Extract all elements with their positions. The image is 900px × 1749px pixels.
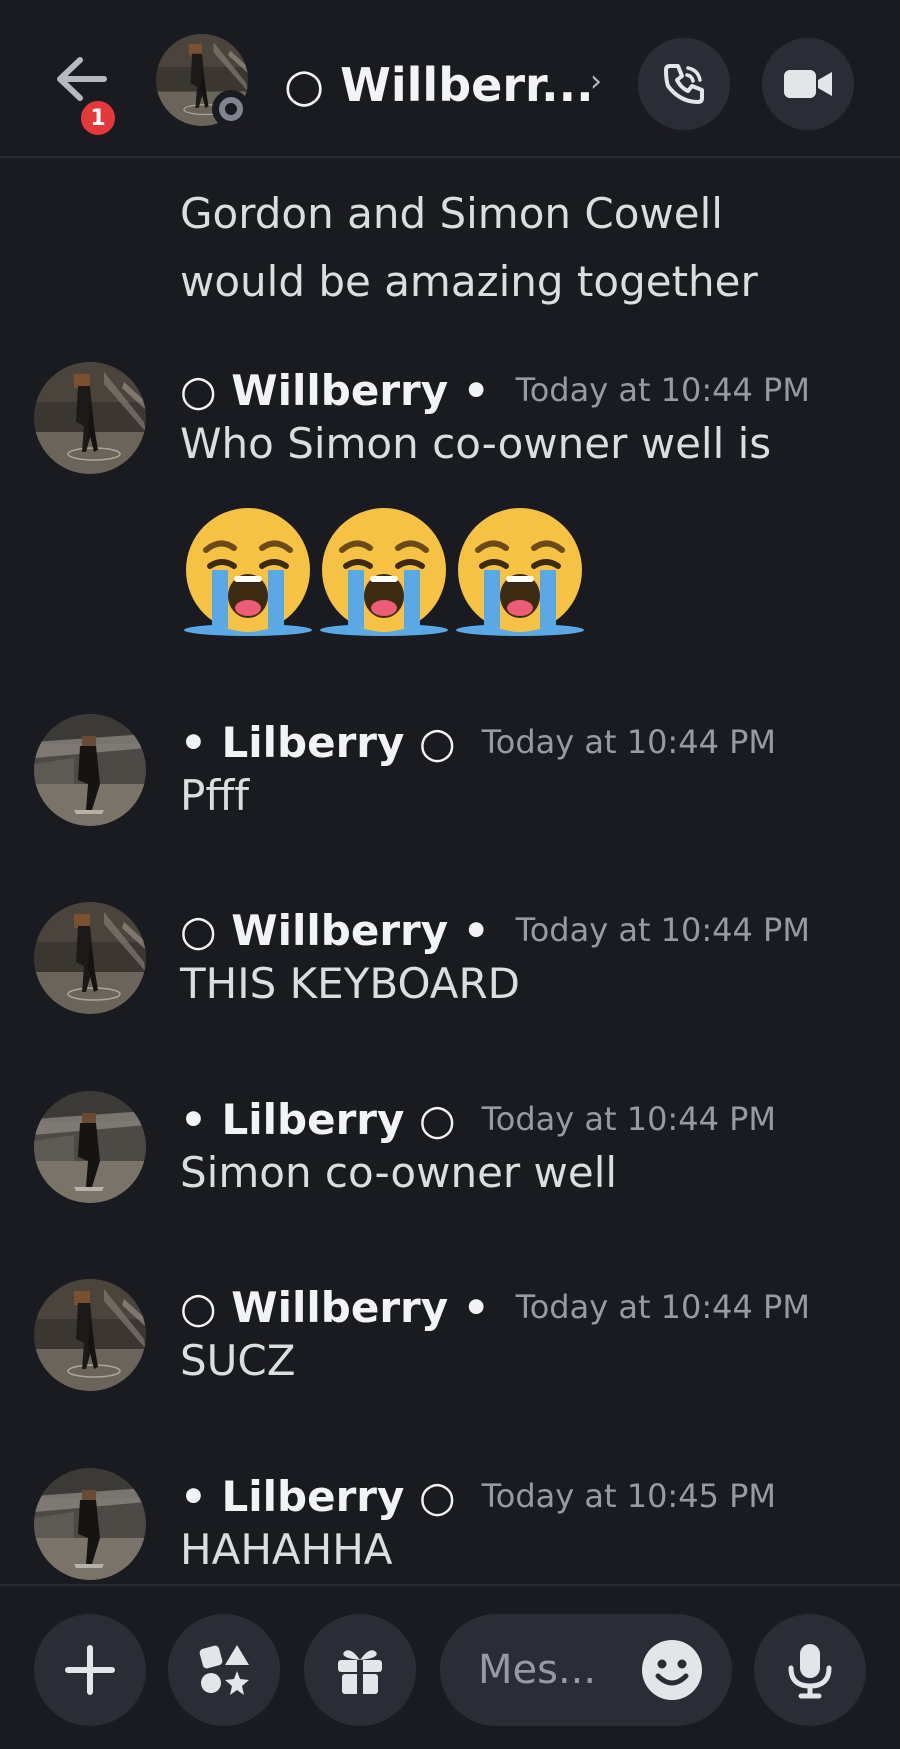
message-text: Simon co-owner well xyxy=(180,1148,618,1197)
chevron-right-icon[interactable]: › xyxy=(590,64,602,99)
gift-icon xyxy=(338,1650,382,1694)
message-input[interactable] xyxy=(476,1634,626,1706)
video-camera-icon xyxy=(784,70,832,98)
message-item: • Lilberry ○ Today at 10:44 PM Simon co-… xyxy=(0,1089,900,1239)
timestamp: Today at 10:44 PM xyxy=(515,371,810,409)
message-text: THIS KEYBOARD xyxy=(180,959,521,1008)
loudly-crying-face-icon xyxy=(180,504,316,640)
message-item: • Lilberry ○ Today at 10:44 PM Pfff xyxy=(0,712,900,862)
author-name[interactable]: • Lilberry ○ xyxy=(180,718,456,767)
plus-icon xyxy=(65,1645,115,1695)
attach-button[interactable] xyxy=(34,1614,146,1726)
message-item: • Lilberry ○ Today at 10:45 PM HAHAHHA xyxy=(0,1466,900,1584)
message-item: ○ Willberry • Today at 10:44 PM THIS KEY… xyxy=(0,900,900,1050)
avatar[interactable] xyxy=(34,714,146,826)
microphone-icon xyxy=(788,1644,832,1699)
gift-button[interactable] xyxy=(304,1614,416,1726)
timestamp: Today at 10:44 PM xyxy=(515,911,810,949)
message-item: ○ Willberry • Today at 10:44 PM Who Simo… xyxy=(0,360,900,510)
message-text: Gordon and Simon Cowell would be amazing… xyxy=(180,189,758,306)
author-name[interactable]: ○ Willberry • xyxy=(180,906,490,955)
voice-call-button[interactable] xyxy=(638,38,730,130)
message-text: Who Simon co-owner well is xyxy=(180,419,772,468)
message-item: ○ Willberry • Today at 10:44 PM SUCZ xyxy=(0,1277,900,1427)
message-input-wrapper[interactable] xyxy=(440,1614,732,1726)
author-name[interactable]: • Lilberry ○ xyxy=(180,1095,456,1144)
timestamp: Today at 10:44 PM xyxy=(515,1288,810,1326)
avatar[interactable] xyxy=(34,1468,146,1580)
timestamp: Today at 10:44 PM xyxy=(481,1100,776,1138)
composer-bar xyxy=(0,1584,900,1749)
message-text: SUCZ xyxy=(180,1336,296,1385)
apps-icon xyxy=(199,1645,249,1695)
author-name[interactable]: • Lilberry ○ xyxy=(180,1472,456,1521)
phone-icon xyxy=(664,64,704,104)
avatar[interactable] xyxy=(34,1279,146,1391)
chat-header: 1 ○ Willberr... › xyxy=(0,0,900,158)
avatar[interactable] xyxy=(34,1091,146,1203)
notification-badge: 1 xyxy=(76,96,120,140)
message-text: Pfff xyxy=(180,771,250,820)
message-list[interactable]: Gordon and Simon Cowell would be amazing… xyxy=(0,160,900,1584)
loudly-crying-face-icon xyxy=(316,504,452,640)
channel-title[interactable]: ○ Willberr... xyxy=(284,50,594,120)
offline-status-icon xyxy=(212,90,250,128)
author-name[interactable]: ○ Willberry • xyxy=(180,1283,490,1332)
video-call-button[interactable] xyxy=(762,38,854,130)
apps-button[interactable] xyxy=(168,1614,280,1726)
voice-message-button[interactable] xyxy=(754,1614,866,1726)
avatar[interactable] xyxy=(34,902,146,1014)
avatar[interactable] xyxy=(34,362,146,474)
timestamp: Today at 10:45 PM xyxy=(481,1477,776,1515)
emoji-message xyxy=(180,504,588,640)
emoji-picker-icon[interactable] xyxy=(640,1638,704,1702)
message-text: HAHAHHA xyxy=(180,1525,393,1574)
loudly-crying-face-icon xyxy=(452,504,588,640)
author-name[interactable]: ○ Willberry • xyxy=(180,366,490,415)
timestamp: Today at 10:44 PM xyxy=(481,723,776,761)
